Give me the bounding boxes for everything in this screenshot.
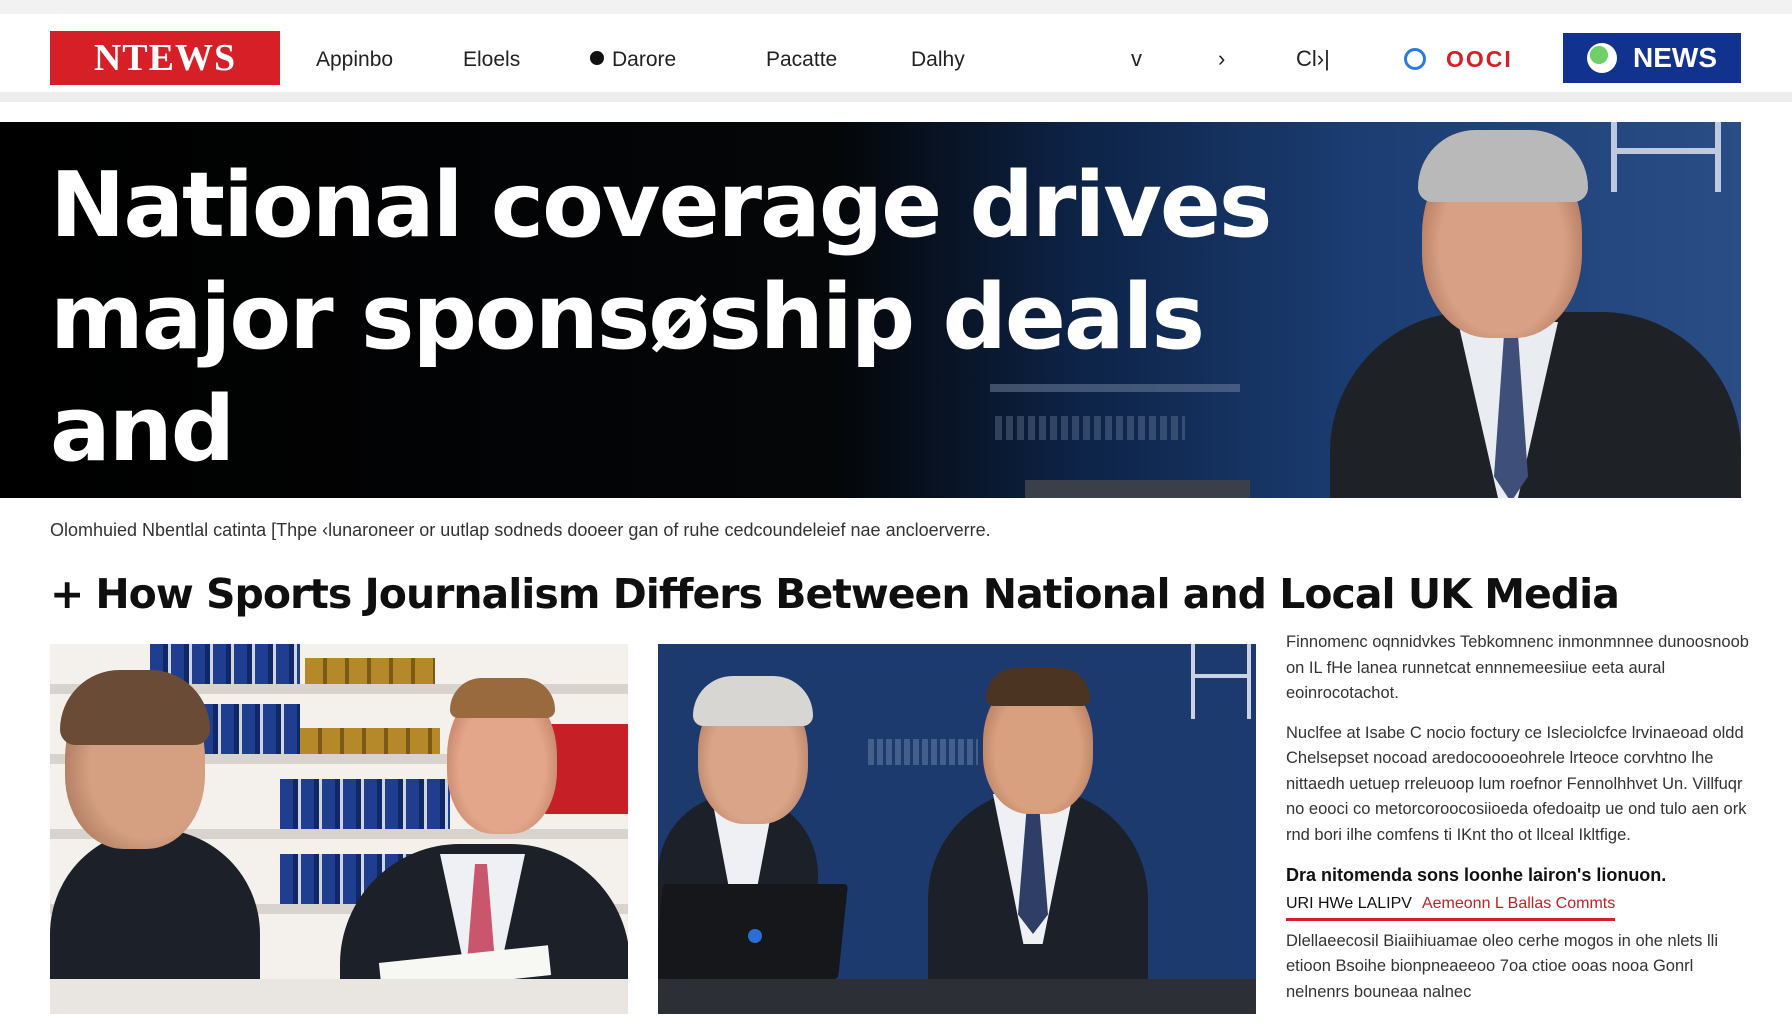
sidebar-link-tail: Aemeonn L Ballas Commts bbox=[1421, 895, 1616, 912]
article-photo-meeting[interactable] bbox=[658, 644, 1256, 1014]
book-row bbox=[280, 779, 450, 829]
status-indicator: OOCI bbox=[1446, 46, 1513, 72]
wall-panel-decoration bbox=[1191, 644, 1251, 719]
sidebar-link-lead: URI HWe LALIPV bbox=[1286, 895, 1412, 912]
sidebar-paragraph: Nuclfee at Isabe C nocio foctury ce Isle… bbox=[1286, 723, 1747, 844]
nav-item-label: Darore bbox=[612, 48, 677, 71]
wall-panel-decoration bbox=[1611, 122, 1721, 192]
sidebar-paragraph: Finnomenc oqnnidvkes Tebkomnenc inmonmnn… bbox=[1286, 633, 1749, 702]
background-sign-text bbox=[868, 739, 978, 765]
hero-person-hair bbox=[1418, 130, 1588, 202]
book-row bbox=[200, 704, 300, 754]
red-binder bbox=[545, 724, 628, 814]
article-sidebar: Finnomenc oqnnidvkes Tebkomnenc inmonmnn… bbox=[1286, 630, 1756, 1019]
close-control[interactable]: Cl›| bbox=[1296, 46, 1330, 72]
nav-item-appinbo[interactable]: Appinbo bbox=[316, 48, 393, 72]
news-button[interactable]: NEWS bbox=[1563, 33, 1741, 83]
globe-icon bbox=[1587, 43, 1617, 73]
chevron-right-icon[interactable]: › bbox=[1218, 46, 1225, 72]
person-left-hair bbox=[693, 676, 813, 726]
nav-item-dalhy[interactable]: Dalhy bbox=[911, 48, 965, 72]
hero-headline-line: Revenue streams bbox=[50, 486, 1410, 498]
nav-item-eloels[interactable]: Eloels bbox=[463, 48, 520, 72]
hero-headline-line: National coverage drives bbox=[50, 153, 1272, 258]
plus-icon: + bbox=[50, 570, 84, 618]
desk bbox=[658, 979, 1256, 1014]
site-logo[interactable]: NTEWS bbox=[50, 31, 280, 85]
chevron-down-icon[interactable]: v bbox=[1131, 46, 1142, 72]
article-headline[interactable]: + How Sports Journalism Differs Between N… bbox=[50, 570, 1620, 618]
sidebar-bold-line: Dra nitomenda sons loonhe lairon's lionu… bbox=[1286, 865, 1667, 885]
news-button-label: NEWS bbox=[1633, 42, 1717, 73]
article-headline-text: How Sports Journalism Differs Between Na… bbox=[95, 570, 1620, 618]
hero-headline[interactable]: National coverage drives major sponsøshi… bbox=[50, 150, 1410, 498]
dot-icon bbox=[590, 51, 604, 65]
laptop-logo-icon bbox=[748, 929, 762, 943]
sidebar-link[interactable]: URI HWe LALIPV Aemeonn L Ballas Commts bbox=[1286, 891, 1616, 921]
article-photo-office[interactable] bbox=[50, 644, 628, 1014]
hero-caption: Olomhuied Nbentlal catinta [Thpe ‹lunaro… bbox=[50, 520, 991, 540]
desk bbox=[50, 979, 628, 1014]
book-row bbox=[300, 728, 440, 754]
hero-banner[interactable]: National coverage drives major sponsøshi… bbox=[0, 122, 1741, 498]
nav-item-darore[interactable]: Darore bbox=[590, 48, 676, 72]
person-seated-hair bbox=[450, 678, 555, 718]
circle-icon bbox=[1404, 48, 1426, 70]
nav-item-pacatte[interactable]: Pacatte bbox=[766, 48, 837, 72]
hero-headline-line: major sponsøship deals and bbox=[50, 265, 1205, 482]
book-row bbox=[305, 658, 435, 684]
top-navigation-bar: NTEWS Appinbo Eloels Darore Pacatte Dalh… bbox=[0, 0, 1792, 102]
sidebar-paragraph: Dlellaeecosil Biaiihiuamae oleo cerhe mo… bbox=[1286, 931, 1718, 1001]
person-center-hair bbox=[986, 668, 1090, 706]
